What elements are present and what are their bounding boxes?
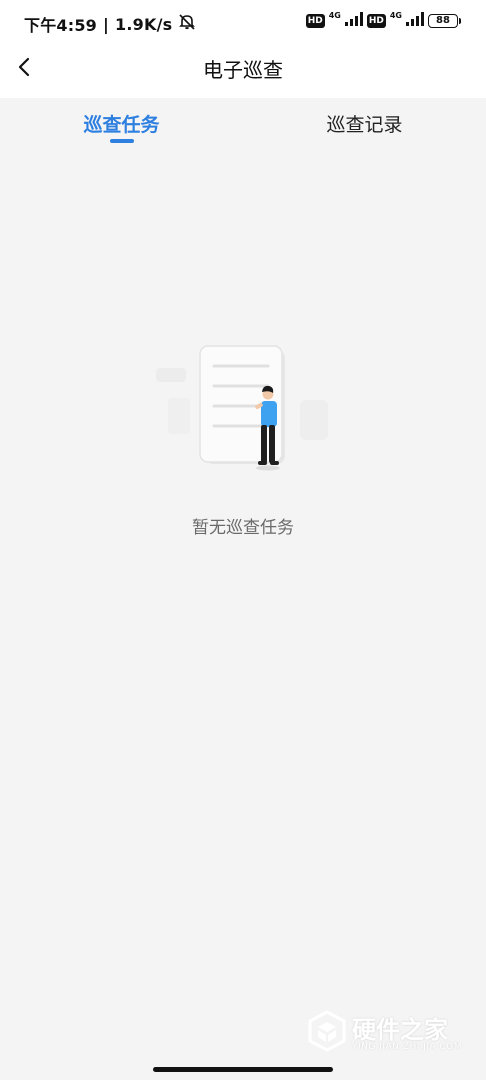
page-title: 电子巡查 [203,58,283,82]
status-bar: 下午4:59 | 1.9K/s HD 4G HD 4G 88 [0,0,486,44]
mute-off-icon [178,13,196,35]
empty-state-illustration [150,338,340,478]
status-right: HD 4G HD 4G 88 [305,11,461,29]
tab-patrol-records[interactable]: 巡查记录 [243,110,486,137]
network-speed: 1.9K/s [115,14,173,34]
app-page: 下午4:59 | 1.9K/s HD 4G HD 4G 88 电子巡查 巡查任务… [0,0,486,1080]
sim1-hd-badge: HD [305,13,325,28]
signal-icon [406,12,424,29]
sim2-network: 4G [389,11,402,20]
empty-state-message: 暂无巡查任务 [192,518,294,538]
status-time: 下午4:59 [24,16,97,35]
tab-bar: 巡查任务 巡查记录 [0,98,486,148]
watermark-title: 硬件之家 [352,1016,448,1044]
status-left: 下午4:59 | 1.9K/s [24,12,196,36]
active-tab-indicator [110,139,134,143]
status-separator: | [103,14,110,34]
nav-bar: 电子巡查 [0,44,486,98]
tab-patrol-tasks[interactable]: 巡查任务 [0,110,243,137]
home-indicator[interactable] [153,1067,333,1072]
signal-icon [344,12,363,29]
battery-icon: 88 [428,13,461,28]
sim1-network: 4G [328,11,341,20]
watermark-subtitle: YING JIAN ZHI JIA.COM [352,1042,463,1052]
watermark-logo-icon [308,1010,346,1052]
watermark: 硬件之家 YING JIAN ZHI JIA.COM [308,1008,468,1058]
sim2-hd-badge: HD [366,13,386,28]
